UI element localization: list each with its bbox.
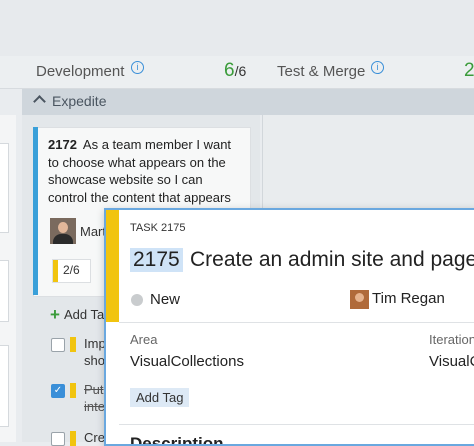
task-checkbox-checked[interactable]: ✓ [51, 384, 65, 398]
task-type-label: TASK 2175 [130, 222, 186, 234]
plus-icon: + [50, 305, 60, 324]
iteration-field[interactable]: VisualC [429, 353, 474, 370]
column-title-development[interactable]: Development [36, 63, 124, 80]
divider [119, 322, 474, 323]
add-task-button[interactable]: + Add Tag [50, 305, 111, 325]
card-color-bar [33, 127, 38, 295]
task-title[interactable]: Create an admin site and page to [190, 248, 474, 272]
section-heading: Description [130, 434, 224, 446]
avatar-shirt [53, 234, 73, 244]
progress-flag [53, 260, 58, 282]
task-checkbox[interactable] [51, 338, 65, 352]
task-id[interactable]: 2175 [130, 248, 183, 272]
board-top-band [0, 0, 474, 56]
owner-dropdown[interactable]: Tim Regan [372, 290, 445, 307]
avatar-face [58, 222, 68, 233]
task-flag [70, 337, 76, 352]
add-tag-button[interactable]: Add Tag [130, 388, 190, 407]
card-edge[interactable] [0, 345, 9, 427]
previous-column-edge [0, 115, 16, 442]
avatar[interactable] [50, 218, 76, 244]
task-color-bar [106, 210, 119, 322]
iteration-label: Iteration [429, 332, 474, 347]
card-edge[interactable] [0, 260, 9, 322]
avatar-face [355, 293, 364, 302]
task-flag [70, 431, 76, 446]
info-icon[interactable]: i [371, 61, 384, 74]
wip-count-test-merge: 2 [464, 60, 474, 81]
info-icon[interactable]: i [131, 61, 144, 74]
task-progress-badge[interactable]: 2/6 [52, 259, 91, 283]
column-title-test-merge[interactable]: Test & Merge [277, 63, 365, 80]
wip-count-development: 6/6 [224, 60, 247, 81]
task-detail-dialog: TASK 2175 2175 Create an admin site and … [104, 208, 474, 446]
task-checkbox[interactable] [51, 432, 65, 446]
status-dropdown[interactable]: New [150, 291, 180, 308]
card-edge[interactable] [0, 143, 9, 233]
card-assignee: Mart [80, 224, 106, 239]
progress-text: 2/6 [63, 263, 80, 277]
card-id: 2172 [48, 137, 77, 152]
swimlane-label: Expedite [52, 93, 107, 109]
avatar [350, 290, 369, 309]
task-flag [70, 383, 76, 398]
area-label: Area [130, 332, 158, 347]
status-dot-icon [131, 294, 143, 306]
divider [119, 424, 474, 425]
area-field[interactable]: VisualCollections [130, 353, 244, 370]
card-description: 2172 As a team member I want to choose wh… [48, 136, 243, 206]
